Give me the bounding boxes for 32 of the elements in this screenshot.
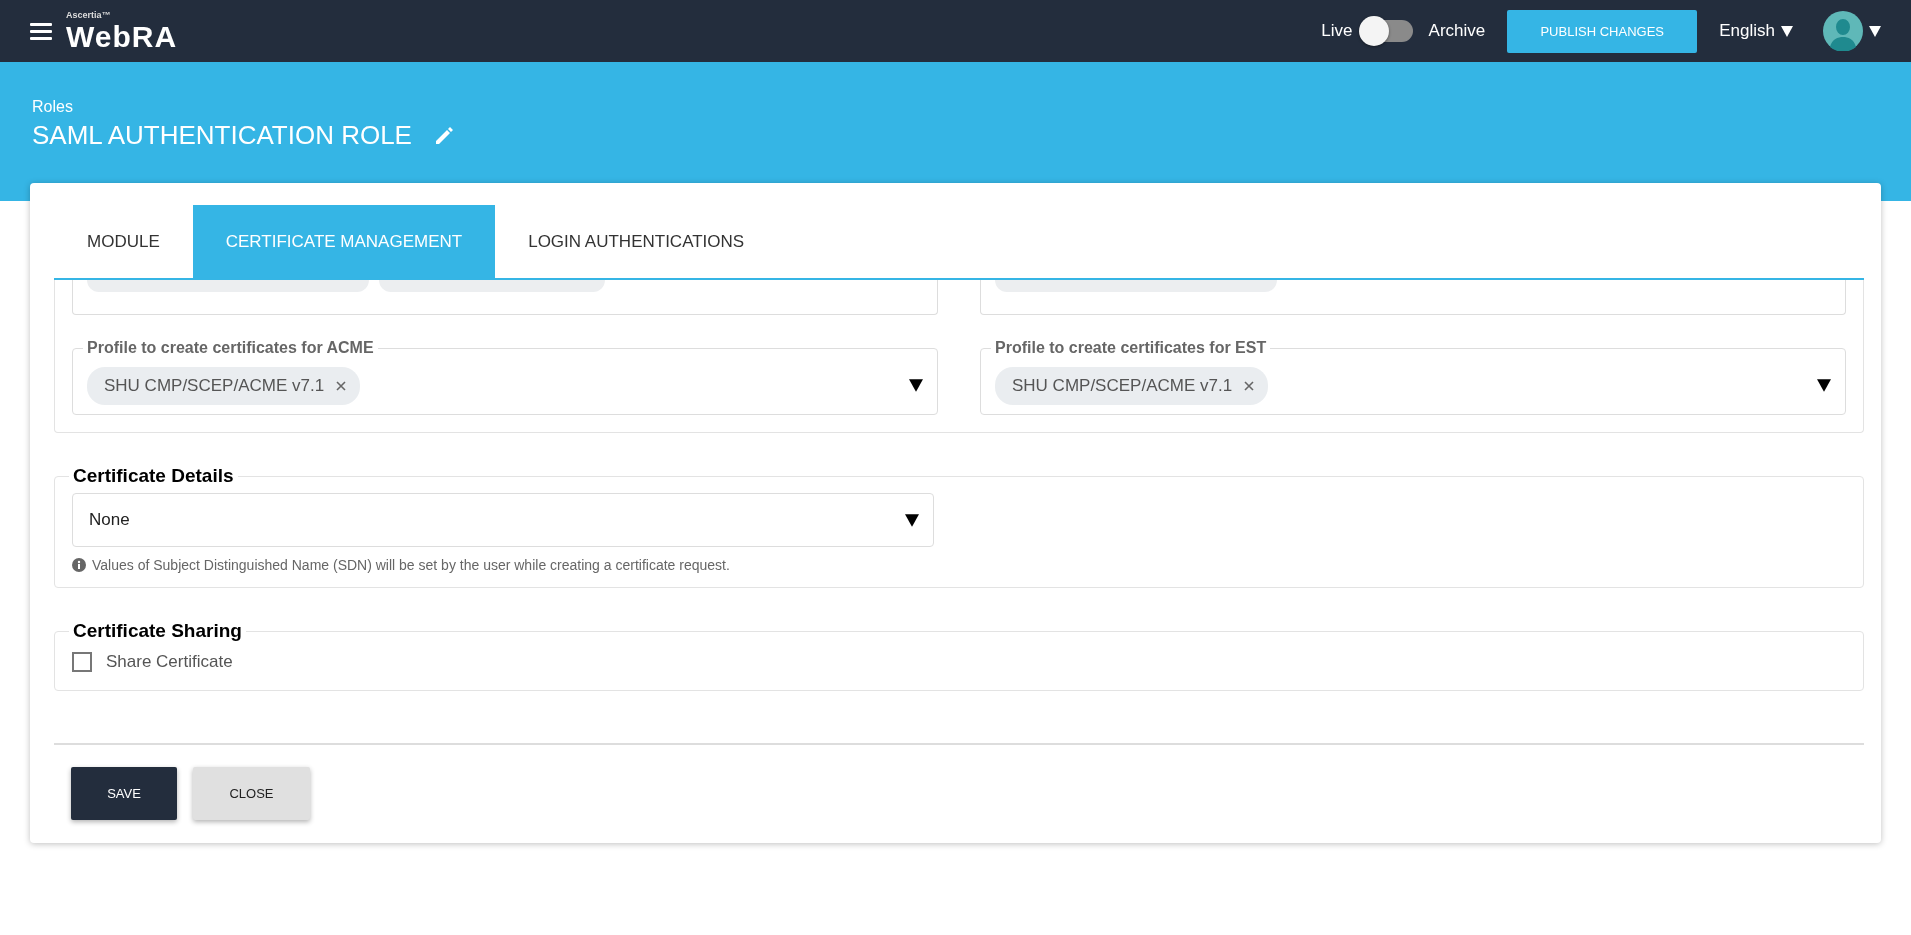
brand-name: Ascertia™ xyxy=(66,10,112,20)
tab[interactable]: LOGIN AUTHENTICATIONS xyxy=(495,205,778,278)
field-label: Profile to create certificates for EST xyxy=(994,339,1268,357)
save-button[interactable]: SAVE xyxy=(71,767,177,820)
dropdown-arrow-icon xyxy=(1817,379,1831,392)
info-icon xyxy=(72,558,86,572)
page-title: SAML AUTHENTICATION ROLE xyxy=(32,120,412,151)
certificate-details-select[interactable]: None xyxy=(72,493,934,547)
remove-icon[interactable] xyxy=(336,380,347,391)
tag-chip: SHU CMP/SCEP/ACME v7.1 xyxy=(995,366,1269,405)
avatar-icon[interactable] xyxy=(1823,11,1863,51)
language-menu[interactable]: English xyxy=(1719,21,1793,41)
live-label: Live xyxy=(1321,21,1353,41)
tag-chip: SHU CMP/SCEP/ACME v7.1 xyxy=(87,366,361,405)
section-heading: Certificate Sharing xyxy=(72,620,243,642)
info-text: Values of Subject Distinguished Name (SDN) will be set by the user while creating a certificate request. xyxy=(92,557,730,573)
dropdown-arrow-icon xyxy=(905,513,919,527)
checkbox-label: Share Certificate xyxy=(106,652,233,672)
profile-select[interactable]: Profile to create certificates for EST SHU CMP/SCEP/ACME v7.1 xyxy=(980,339,1846,415)
section-heading: Certificate Details xyxy=(72,465,235,487)
dropdown-arrow-icon xyxy=(909,379,923,392)
archive-label: Archive xyxy=(1428,21,1486,41)
tab[interactable]: MODULE xyxy=(54,205,193,278)
app-logo: WebRA xyxy=(66,21,178,52)
checkbox[interactable] xyxy=(72,652,92,672)
field-label: Profile to create certificates for ACME xyxy=(86,339,375,357)
caret-icon xyxy=(1869,25,1881,37)
close-button[interactable]: CLOSE xyxy=(193,767,310,820)
profile-select[interactable]: Profile to create certificates for ACME SHU CMP/SCEP/ACME v7.1 xyxy=(72,339,938,415)
menu-icon[interactable] xyxy=(30,22,52,40)
caret-icon xyxy=(1781,25,1793,37)
remove-icon[interactable] xyxy=(1244,380,1255,391)
